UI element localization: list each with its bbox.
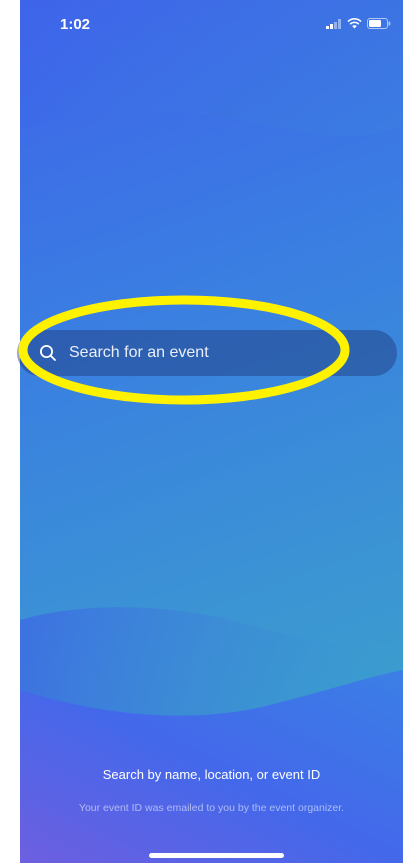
search-input[interactable]: Search for an event xyxy=(17,330,397,376)
event-id-hint: Your event ID was emailed to you by the … xyxy=(78,802,345,814)
background-waves xyxy=(20,0,403,863)
wifi-icon xyxy=(347,18,362,29)
search-hint: Search by name, location, or event ID xyxy=(102,767,321,782)
app-screen: 1:02 xyxy=(20,0,403,863)
status-bar: 1:02 xyxy=(20,0,403,50)
search-icon xyxy=(40,345,56,361)
cellular-signal-icon xyxy=(326,18,341,29)
battery-icon xyxy=(367,18,391,29)
home-indicator[interactable] xyxy=(149,853,284,858)
status-time: 1:02 xyxy=(60,16,91,33)
search-placeholder: Search for an event xyxy=(69,344,209,361)
status-icons xyxy=(326,18,391,29)
